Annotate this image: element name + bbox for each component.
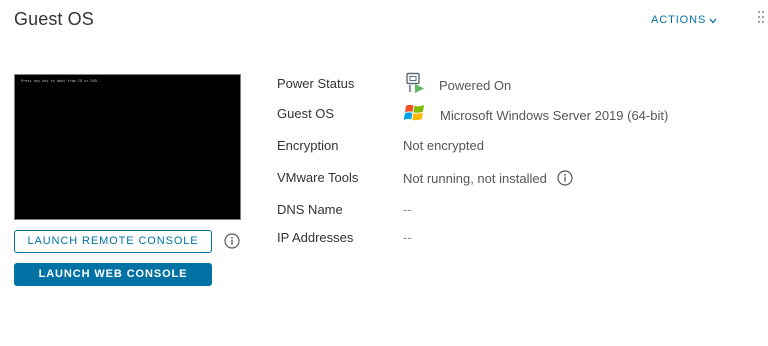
- ip-addresses-label: IP Addresses: [277, 230, 354, 245]
- actions-label: ACTIONS: [651, 14, 707, 26]
- property-row-encryption: Encryption Not encrypted: [277, 134, 757, 158]
- guest-os-value-container: Microsoft Windows Server 2019 (64-bit): [403, 104, 669, 124]
- windows-logo-icon: [403, 102, 427, 124]
- actions-dropdown[interactable]: ACTIONS: [651, 14, 717, 26]
- launch-web-console-button[interactable]: LAUNCH WEB CONSOLE: [14, 263, 212, 286]
- encryption-label: Encryption: [277, 138, 339, 153]
- console-thumbnail[interactable]: Press any key to boot from CD or DVD..: [14, 74, 241, 220]
- guest-os-value: Microsoft Windows Server 2019 (64-bit): [440, 107, 669, 123]
- vmware-tools-label: VMware Tools: [277, 170, 359, 185]
- property-row-power-status: Power Status Powered On: [277, 72, 757, 96]
- vmware-tools-value-container: Not running, not installed: [403, 170, 573, 186]
- guest-os-card: Guest OS ACTIONS Press any key to boot f…: [0, 0, 768, 346]
- info-icon[interactable]: [557, 170, 573, 186]
- info-icon[interactable]: [224, 233, 240, 249]
- card-title: Guest OS: [14, 9, 94, 29]
- power-status-label: Power Status: [277, 76, 355, 91]
- ip-addresses-value: --: [403, 230, 412, 245]
- guest-os-label: Guest OS: [277, 106, 335, 121]
- chevron-down-icon: [709, 16, 717, 26]
- powered-on-icon: [405, 72, 427, 94]
- property-row-vmware-tools: VMware Tools Not running, not installed: [277, 166, 757, 190]
- power-status-value-container: Powered On: [405, 72, 512, 94]
- property-row-dns-name: DNS Name --: [277, 198, 757, 222]
- console-screen-text: Press any key to boot from CD or DVD..: [21, 79, 102, 83]
- dns-name-label: DNS Name: [277, 202, 343, 217]
- power-status-value: Powered On: [439, 77, 512, 93]
- drag-handle-icon[interactable]: [757, 10, 765, 24]
- property-row-ip-addresses: IP Addresses --: [277, 226, 757, 250]
- property-row-guest-os: Guest OS Microsoft Windows Server 2019 (…: [277, 102, 757, 126]
- encryption-value: Not encrypted: [403, 138, 484, 153]
- launch-remote-console-button[interactable]: LAUNCH REMOTE CONSOLE: [14, 230, 212, 253]
- vmware-tools-value: Not running, not installed: [403, 170, 547, 186]
- dns-name-value: --: [403, 202, 412, 217]
